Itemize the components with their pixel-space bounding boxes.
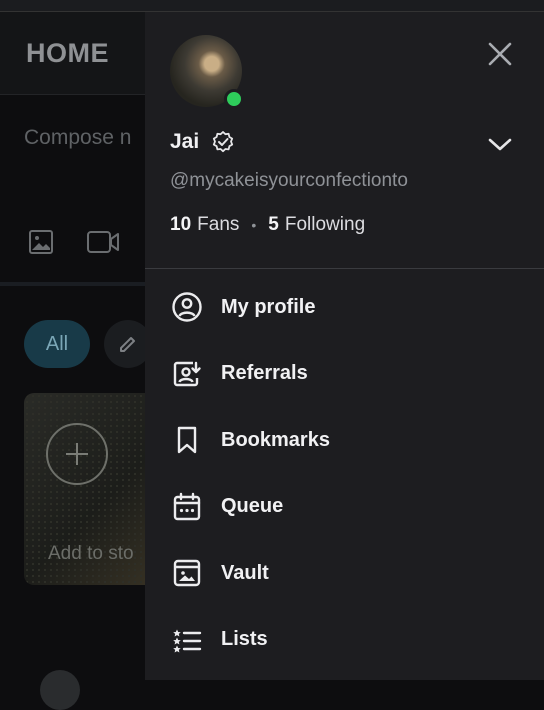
switch-account-toggle[interactable] xyxy=(483,128,517,162)
verified-badge-icon xyxy=(213,131,234,153)
bookmark-icon xyxy=(171,424,203,456)
menu-item-vault[interactable]: Vault xyxy=(145,540,544,607)
following-count[interactable]: 5 xyxy=(268,214,279,236)
menu-item-queue[interactable]: Queue xyxy=(145,474,544,541)
following-label[interactable]: Following xyxy=(285,214,365,236)
fans-count[interactable]: 10 xyxy=(170,214,191,236)
chevron-down-icon xyxy=(488,138,512,151)
online-status-dot xyxy=(224,89,244,109)
referrals-icon xyxy=(171,358,203,390)
close-icon xyxy=(488,42,512,66)
vault-icon xyxy=(171,557,203,589)
profile-name-row: Jai xyxy=(170,130,235,154)
plus-icon xyxy=(46,423,108,485)
image-icon[interactable] xyxy=(28,229,54,255)
stats-separator: • xyxy=(251,217,257,233)
calendar-queue-icon xyxy=(171,491,203,523)
lists-icon xyxy=(171,624,203,656)
menu-label: Bookmarks xyxy=(221,428,330,451)
menu-item-lists[interactable]: Lists xyxy=(145,607,544,674)
pencil-icon xyxy=(120,337,135,352)
menu-label: Referrals xyxy=(221,362,308,385)
drawer-divider xyxy=(145,268,544,269)
menu-item-bookmarks[interactable]: Bookmarks xyxy=(145,407,544,474)
compose-input[interactable]: Compose n xyxy=(24,126,131,150)
menu-label: Lists xyxy=(221,628,268,651)
menu-label: My profile xyxy=(221,295,316,318)
post-avatar xyxy=(40,670,80,710)
video-icon[interactable] xyxy=(86,229,120,255)
menu-label: Vault xyxy=(221,561,269,584)
add-story-label: Add to sto xyxy=(48,543,134,564)
fans-label[interactable]: Fans xyxy=(197,214,239,236)
profile-circle-icon xyxy=(171,291,203,323)
profile-name: Jai xyxy=(170,130,200,153)
close-drawer-button[interactable] xyxy=(483,37,517,71)
menu-label: Queue xyxy=(221,495,284,518)
account-drawer: Jai @mycakeisyourconfectionto 10 Fans • … xyxy=(145,12,544,680)
menu-item-referrals[interactable]: Referrals xyxy=(145,341,544,408)
drawer-menu: My profile Referrals Bookmarks Queue Vau… xyxy=(145,274,544,673)
status-bar xyxy=(0,0,544,12)
menu-item-my-profile[interactable]: My profile xyxy=(145,274,544,341)
filter-chip-all[interactable]: All xyxy=(24,320,90,368)
home-title: HOME xyxy=(26,38,109,68)
profile-stats: 10 Fans • 5 Following xyxy=(170,214,365,236)
profile-handle: @mycakeisyourconfectionto xyxy=(170,170,408,191)
